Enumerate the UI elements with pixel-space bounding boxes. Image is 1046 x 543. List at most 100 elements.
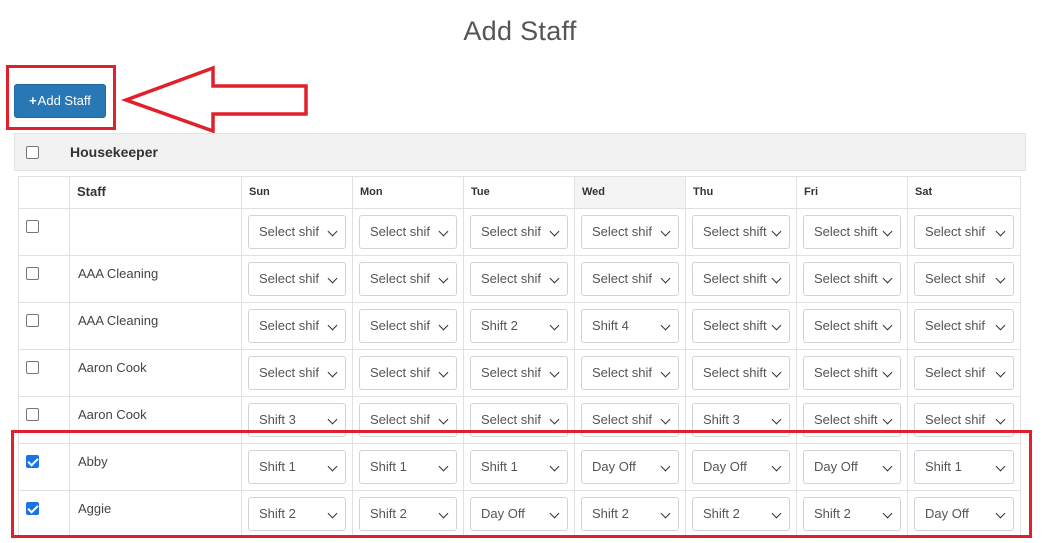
shift-select[interactable]: Day Off [470, 497, 568, 531]
row-checkbox-cell [18, 302, 70, 350]
chevron-down-icon [438, 320, 449, 331]
table-row: Aaron Cook Select shif Select shif Select s… [18, 349, 1021, 397]
shift-select[interactable]: Shift 4 [581, 309, 679, 343]
shift-cell: Shift 2 [463, 302, 575, 350]
shift-select-value: Shift 1 [481, 459, 518, 474]
shift-select[interactable]: Select shif [581, 262, 679, 296]
shift-select[interactable]: Select shif [914, 356, 1014, 390]
shift-select[interactable]: Select shif [470, 262, 568, 296]
shift-cell: Select shift [796, 255, 908, 303]
add-staff-button[interactable]: +Add Staff [14, 84, 106, 118]
row-checkbox-checked[interactable] [26, 455, 39, 468]
shift-cell: Day Off [796, 443, 908, 491]
header-sat: Sat [907, 176, 1021, 209]
shift-select[interactable]: Select shif [248, 309, 346, 343]
chevron-down-icon [549, 461, 560, 472]
shift-select-value: Shift 3 [259, 412, 296, 427]
shift-select[interactable]: Select shif [470, 356, 568, 390]
shift-cell: Select shift [796, 208, 908, 256]
shift-select[interactable]: Shift 2 [470, 309, 568, 343]
chevron-down-icon [660, 320, 671, 331]
shift-cell: Select shif [241, 208, 353, 256]
shift-select[interactable]: Select shif [359, 403, 457, 437]
shift-select[interactable]: Select shif [359, 215, 457, 249]
shift-select[interactable]: Select shif [581, 215, 679, 249]
chevron-down-icon [995, 461, 1006, 472]
shift-cell: Select shif [352, 349, 464, 397]
shift-cell: Shift 4 [574, 302, 686, 350]
shift-cell: Shift 2 [574, 490, 686, 538]
chevron-down-icon [660, 367, 671, 378]
shift-select[interactable]: Select shif [359, 309, 457, 343]
row-checkbox-cell [18, 490, 70, 538]
shift-select-value: Select shif [259, 271, 319, 286]
shift-select[interactable]: Select shif [248, 215, 346, 249]
shift-select[interactable]: Select shift [692, 356, 790, 390]
shift-select[interactable]: Select shif [248, 262, 346, 296]
row-checkbox[interactable] [26, 361, 39, 374]
row-checkbox-checked[interactable] [26, 502, 39, 515]
shift-select[interactable]: Select shift [692, 309, 790, 343]
shift-select[interactable]: Select shift [803, 215, 901, 249]
shift-cell: Select shif [463, 255, 575, 303]
chevron-down-icon [882, 320, 893, 331]
shift-select[interactable]: Day Off [803, 450, 901, 484]
shift-select-value: Shift 2 [370, 506, 407, 521]
shift-select[interactable]: Shift 1 [914, 450, 1014, 484]
row-checkbox[interactable] [26, 220, 39, 233]
shift-select-value: Shift 3 [703, 412, 740, 427]
header-thu: Thu [685, 176, 797, 209]
table-row: AAA Cleaning Select shif Select shif Select… [18, 255, 1021, 303]
plus-icon: + [29, 93, 37, 108]
shift-select[interactable]: Select shift [803, 309, 901, 343]
shift-select[interactable]: Shift 2 [581, 497, 679, 531]
row-checkbox[interactable] [26, 267, 39, 280]
shift-cell: Select shif [574, 208, 686, 256]
shift-select[interactable]: Shift 2 [692, 497, 790, 531]
staff-name: Aggie [69, 490, 242, 538]
shift-select-value: Shift 2 [481, 318, 518, 333]
chevron-down-icon [549, 226, 560, 237]
shift-select[interactable]: Shift 3 [692, 403, 790, 437]
shift-select[interactable]: Select shif [914, 403, 1014, 437]
shift-select[interactable]: Day Off [581, 450, 679, 484]
row-checkbox[interactable] [26, 408, 39, 421]
shift-cell: Shift 2 [241, 490, 353, 538]
shift-select[interactable]: Select shift [803, 403, 901, 437]
shift-select[interactable]: Day Off [692, 450, 790, 484]
chevron-down-icon [771, 508, 782, 519]
shift-select[interactable]: Select shift [692, 215, 790, 249]
chevron-down-icon [660, 414, 671, 425]
shift-select[interactable]: Shift 1 [248, 450, 346, 484]
shift-select[interactable]: Select shif [359, 356, 457, 390]
shift-select[interactable]: Select shif [581, 403, 679, 437]
shift-select[interactable]: Select shif [359, 262, 457, 296]
shift-select[interactable]: Shift 2 [803, 497, 901, 531]
group-select-all-checkbox[interactable] [26, 146, 39, 159]
shift-select[interactable]: Shift 1 [359, 450, 457, 484]
chevron-down-icon [771, 273, 782, 284]
shift-select[interactable]: Select shif [914, 309, 1014, 343]
shift-select[interactable]: Select shift [803, 262, 901, 296]
shift-select[interactable]: Select shif [581, 356, 679, 390]
shift-select[interactable]: Select shif [470, 215, 568, 249]
shift-select-value: Select shif [481, 365, 541, 380]
shift-select[interactable]: Select shift [692, 262, 790, 296]
shift-select[interactable]: Select shif [914, 262, 1014, 296]
shift-select[interactable]: Select shift [803, 356, 901, 390]
shift-select[interactable]: Select shif [914, 215, 1014, 249]
shift-select[interactable]: Select shif [470, 403, 568, 437]
chevron-down-icon [549, 273, 560, 284]
shift-select-value: Select shift [814, 412, 878, 427]
shift-select[interactable]: Shift 3 [248, 403, 346, 437]
shift-select[interactable]: Shift 2 [248, 497, 346, 531]
shift-select-value: Select shif [592, 271, 652, 286]
shift-select[interactable]: Day Off [914, 497, 1014, 531]
row-checkbox[interactable] [26, 314, 39, 327]
shift-select-value: Shift 2 [592, 506, 629, 521]
shift-select[interactable]: Shift 2 [359, 497, 457, 531]
shift-cell: Select shif [352, 208, 464, 256]
shift-cell: Select shif [907, 255, 1021, 303]
shift-select[interactable]: Shift 1 [470, 450, 568, 484]
shift-select[interactable]: Select shif [248, 356, 346, 390]
